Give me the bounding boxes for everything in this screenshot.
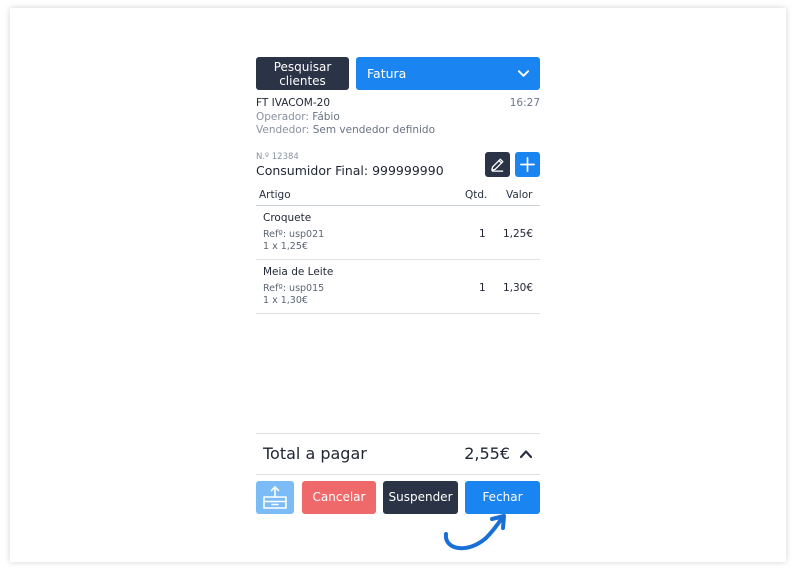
curved-arrow-icon <box>443 514 506 551</box>
item-name: Meia de Leite <box>263 266 334 278</box>
close-sale-label: Fechar <box>482 490 523 504</box>
item-qty: 1 <box>479 228 486 240</box>
chevron-up-icon[interactable] <box>519 447 533 461</box>
document-time: 16:27 <box>509 97 540 109</box>
suspend-label: Suspender <box>388 490 453 504</box>
edit-customer-button[interactable] <box>485 152 510 177</box>
customer-name: Consumidor Final: 999999990 <box>256 163 444 178</box>
item-name: Croquete <box>263 212 312 224</box>
search-clients-label: Pesquisar clientes <box>273 59 332 88</box>
top-bar: Pesquisar clientes Fatura <box>256 57 540 90</box>
table-row[interactable]: Croquete Refº: usp021 1 x 1,25€ 1 1,25€ <box>256 206 540 260</box>
seller-name: Sem vendedor definido <box>312 124 436 136</box>
open-drawer-button[interactable] <box>256 481 294 514</box>
pencil-icon <box>491 158 504 172</box>
total-bar[interactable]: Total a pagar 2,55€ <box>256 433 540 475</box>
item-qty: 1 <box>479 282 486 294</box>
search-clients-button[interactable]: Pesquisar clientes <box>256 57 349 90</box>
item-value: 1,30€ <box>502 282 533 294</box>
document-type-select[interactable]: Fatura <box>356 57 540 90</box>
column-header-item: Artigo <box>259 189 291 201</box>
seller-line: Vendedor: Sem vendedor definido <box>256 124 435 136</box>
operator-name: Fábio <box>312 111 340 123</box>
cash-drawer-icon <box>263 486 287 509</box>
cancel-button[interactable]: Cancelar <box>302 481 376 514</box>
items-table-header: Artigo Qtd. Valor <box>256 184 540 206</box>
cancel-label: Cancelar <box>312 490 366 504</box>
chevron-down-icon <box>517 70 530 77</box>
seller-label: Vendedor: <box>256 124 310 136</box>
item-value: 1,25€ <box>502 228 533 240</box>
item-ref: Refº: usp015 <box>263 283 325 294</box>
operator-label: Operador: <box>256 111 309 123</box>
item-unit-price: 1 x 1,25€ <box>263 241 308 252</box>
pos-panel: Pesquisar clientes Fatura FT IVACOM-20 1… <box>256 57 540 527</box>
operator-line: Operador: Fábio <box>256 111 340 123</box>
table-row[interactable]: Meia de Leite Refº: usp015 1 x 1,30€ 1 1… <box>256 260 540 314</box>
total-amount: 2,55€ <box>464 444 510 463</box>
plus-icon <box>520 157 535 172</box>
total-label: Total a pagar <box>263 444 367 463</box>
item-ref: Refº: usp021 <box>263 229 325 240</box>
customer-number: N.º 12384 <box>256 152 299 162</box>
document-type-value: Fatura <box>367 66 407 81</box>
column-header-value: Valor <box>506 189 533 201</box>
add-customer-button[interactable] <box>515 152 540 177</box>
document-id: FT IVACOM-20 <box>256 97 331 109</box>
item-unit-price: 1 x 1,30€ <box>263 295 308 306</box>
column-header-qty: Qtd. <box>465 189 488 201</box>
